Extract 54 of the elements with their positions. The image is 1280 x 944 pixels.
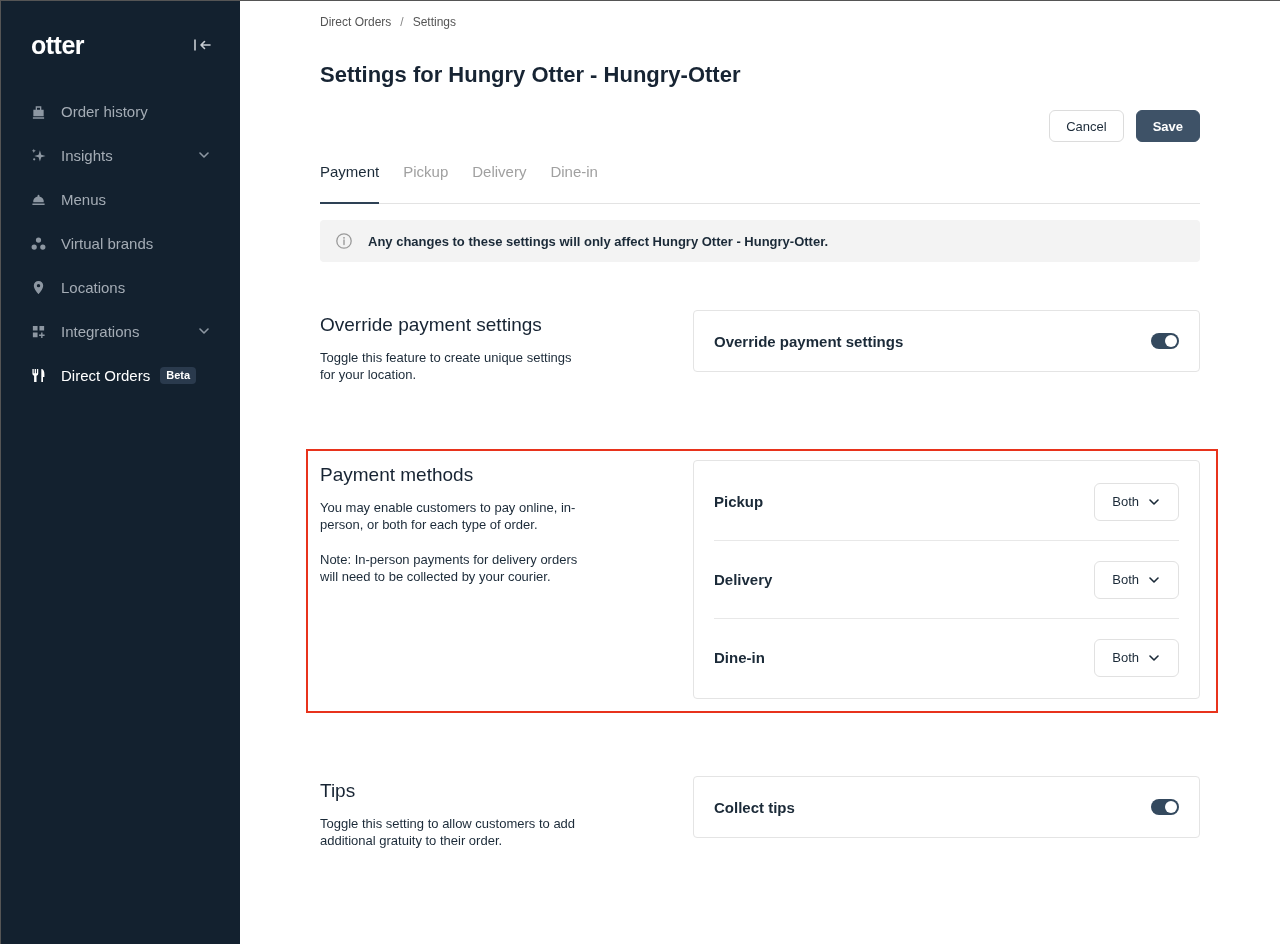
nav-label: Integrations (61, 322, 140, 340)
nav-item[interactable]: Menus (31, 177, 240, 221)
chevron-down-icon[interactable] (199, 152, 209, 158)
chevron-down-icon (1149, 654, 1159, 661)
dropdown[interactable]: Both (1094, 482, 1179, 521)
chevron-down-icon (1149, 498, 1159, 505)
nav-label: Order history (61, 102, 148, 120)
nav-item[interactable]: Direct Orders Beta (31, 353, 240, 397)
fork-knife-icon (31, 367, 46, 383)
beta-badge: Beta (160, 366, 197, 384)
setting-label: Dine-in (714, 649, 765, 666)
nav-label: Direct Orders (61, 366, 151, 384)
section-description: You may enable customers to pay online, in-person, or both for each type of order. (320, 499, 577, 533)
toggle-switch[interactable] (1151, 799, 1179, 815)
chevron-down-icon[interactable] (199, 328, 209, 334)
section-description: Toggle this setting to allow customers to add additional gratuity to their order. (320, 815, 577, 849)
nav-item[interactable]: Order history (31, 89, 240, 133)
sparkles-icon (31, 147, 46, 163)
nav-item[interactable]: Insights (31, 133, 240, 177)
setting-label: Collect tips (714, 798, 795, 816)
page-title: Settings for Hungry Otter - Hungry-Otter (320, 61, 742, 89)
save-button[interactable]: Save (1135, 110, 1200, 142)
dropdown[interactable]: Both (1094, 560, 1179, 599)
notice-text: Any changes to these settings will only affect Hungry Otter - Hungry-Otter. (368, 233, 829, 249)
nav-item[interactable]: Integrations (31, 309, 240, 353)
map-pin-icon (31, 279, 46, 295)
nav-label: Insights (61, 146, 113, 164)
section-title: Payment methods (320, 463, 474, 487)
cancel-button[interactable]: Cancel (1049, 110, 1124, 142)
breadcrumb-separator: / (400, 14, 404, 30)
shopping-bag-icon (31, 103, 46, 119)
toggle-switch[interactable] (1151, 333, 1179, 349)
nav-label: Virtual brands (61, 234, 154, 252)
nav-label: Locations (61, 278, 126, 296)
tab[interactable]: Payment (320, 162, 380, 204)
section-title: Tips (320, 779, 356, 803)
dropdown[interactable]: Both (1094, 638, 1179, 677)
logo: otter (31, 31, 85, 59)
info-icon (336, 233, 352, 249)
nav-item[interactable]: Locations (31, 265, 240, 309)
setting-label: Override payment settings (714, 332, 904, 350)
chevron-down-icon (1149, 576, 1159, 583)
breadcrumb-link[interactable]: Settings (412, 14, 457, 30)
breadcrumb-link[interactable]: Direct Orders (320, 14, 392, 30)
setting-label: Delivery (714, 571, 773, 588)
section-description: Note: In-person payments for delivery orders will need to be collected by your courier. (320, 551, 579, 585)
collapse-sidebar-icon[interactable] (194, 39, 211, 51)
nav-item[interactable]: Virtual brands (31, 221, 240, 265)
grid-plus-icon (31, 323, 46, 339)
setting-label: Pickup (714, 493, 764, 510)
section-description: Toggle this feature to create unique settings for your location. (320, 349, 573, 383)
three-circles-icon (31, 235, 46, 251)
nav-label: Menus (61, 190, 107, 208)
section-title: Override payment settings (320, 313, 542, 337)
